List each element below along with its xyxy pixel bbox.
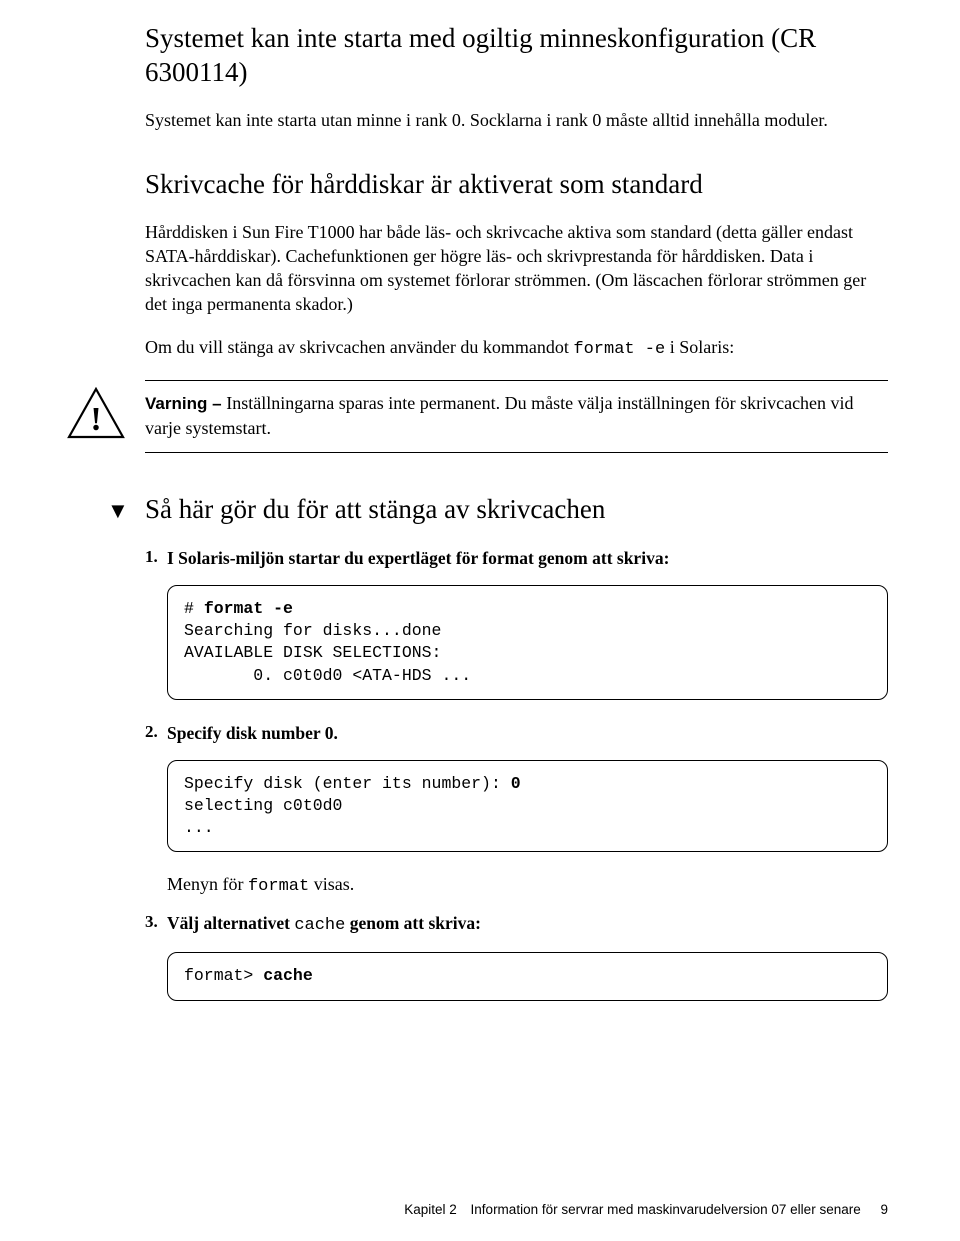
step-1-screen: # format -e Searching for disks...done A… — [167, 585, 888, 700]
page-footer: Kapitel 2 Information för servrar med ma… — [404, 1202, 888, 1217]
step-3-screen: format> cache — [167, 952, 888, 1000]
steps-list: 1. I Solaris-miljön startar du expertläg… — [145, 547, 888, 1000]
footer-page-number: 9 — [880, 1202, 888, 1217]
step-3-num: 3. — [145, 912, 158, 932]
footer-chapter-title: Information för servrar med maskinvarude… — [471, 1202, 861, 1217]
section-heading-1: Systemet kan inte starta med ogiltig min… — [145, 22, 888, 90]
step-1-text: I Solaris-miljön startar du expertläget … — [167, 548, 669, 568]
section-heading-2: Skrivcache för hårddiskar är aktiverat s… — [145, 168, 888, 202]
step3-pre: Välj alternativet — [167, 913, 294, 933]
screen2-out: selecting c0t0d0 ... — [184, 796, 342, 837]
para2-pre: Om du vill stänga av skrivcachen använde… — [145, 337, 573, 357]
caution-body: Inställningarna sparas inte permanent. D… — [145, 393, 854, 438]
step-3-text: Välj alternativet cache genom att skriva… — [167, 913, 481, 933]
step-1: 1. I Solaris-miljön startar du expertläg… — [145, 547, 888, 700]
step-2: 2. Specify disk number 0. Specify disk (… — [145, 722, 888, 896]
caution-block: ! Varning – Inställningarna sparas inte … — [145, 380, 888, 453]
step-2-screen: Specify disk (enter its number): 0 selec… — [167, 760, 888, 853]
footer-chapter-label: Kapitel 2 — [404, 1202, 457, 1217]
warning-icon: ! — [67, 387, 125, 439]
step3-code: cache — [294, 916, 345, 935]
task-marker-icon: ▼ — [107, 500, 145, 522]
svg-text:!: ! — [90, 401, 101, 438]
section2-para1: Hårddisken i Sun Fire T1000 har både läs… — [145, 220, 888, 317]
step-2-num: 2. — [145, 722, 158, 742]
step2-note-pre: Menyn för — [167, 874, 248, 894]
step2-note-code: format — [248, 877, 309, 896]
section1-para: Systemet kan inte starta utan minne i ra… — [145, 108, 888, 132]
task-heading: Så här gör du för att stänga av skrivcac… — [145, 493, 605, 525]
para2-post: i Solaris: — [665, 337, 734, 357]
screen1-cmd: format -e — [204, 599, 293, 618]
step-2-note: Menyn för format visas. — [167, 874, 888, 896]
section2-para2: Om du vill stänga av skrivcachen använde… — [145, 335, 888, 362]
step-1-num: 1. — [145, 547, 158, 567]
para2-code: format -e — [573, 340, 665, 359]
caution-lead: Varning – — [145, 394, 226, 413]
step-2-text: Specify disk number 0. — [167, 723, 338, 743]
screen1-out: Searching for disks...done AVAILABLE DIS… — [184, 621, 471, 685]
step2-note-post: visas. — [309, 874, 354, 894]
screen3-prompt: format> — [184, 966, 263, 985]
screen3-cmd: cache — [263, 966, 313, 985]
step-3: 3. Välj alternativet cache genom att skr… — [145, 912, 888, 1000]
caution-text: Varning – Inställningarna sparas inte pe… — [145, 391, 888, 440]
step3-post: genom att skriva: — [345, 913, 481, 933]
screen2-cmd: 0 — [511, 774, 521, 793]
screen2-prompt: Specify disk (enter its number): — [184, 774, 511, 793]
screen1-prompt: # — [184, 599, 204, 618]
